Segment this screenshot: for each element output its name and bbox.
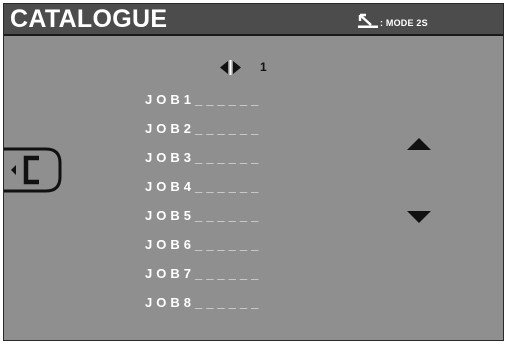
page-number: 1 [260, 60, 267, 74]
job-item[interactable]: JOB4______ [145, 179, 262, 208]
job-list: JOB1______ JOB2______ JOB3______ JOB4___… [145, 92, 262, 324]
left-right-arrows-icon[interactable] [217, 58, 244, 77]
back-button[interactable] [3, 147, 66, 193]
back-bracket-icon [11, 165, 16, 175]
job-item[interactable]: JOB3______ [145, 150, 262, 179]
arrow-up-icon[interactable] [407, 138, 431, 150]
return-arrow-icon [358, 13, 378, 28]
job-item[interactable]: JOB8______ [145, 295, 262, 324]
arrow-down-icon[interactable] [407, 211, 431, 223]
title-bar: CATALOGUE : MODE 2S [4, 4, 503, 36]
job-item[interactable]: JOB6______ [145, 237, 262, 266]
job-item[interactable]: JOB5______ [145, 208, 262, 237]
job-item[interactable]: JOB1______ [145, 92, 262, 121]
mode-label: : MODE 2S [380, 18, 428, 28]
job-item[interactable]: JOB2______ [145, 121, 262, 150]
page-title: CATALOGUE [10, 5, 168, 33]
job-item[interactable]: JOB7______ [145, 266, 262, 295]
catalogue-screen: CATALOGUE : MODE 2S 1 JOB1______ JOB2___… [3, 3, 504, 341]
